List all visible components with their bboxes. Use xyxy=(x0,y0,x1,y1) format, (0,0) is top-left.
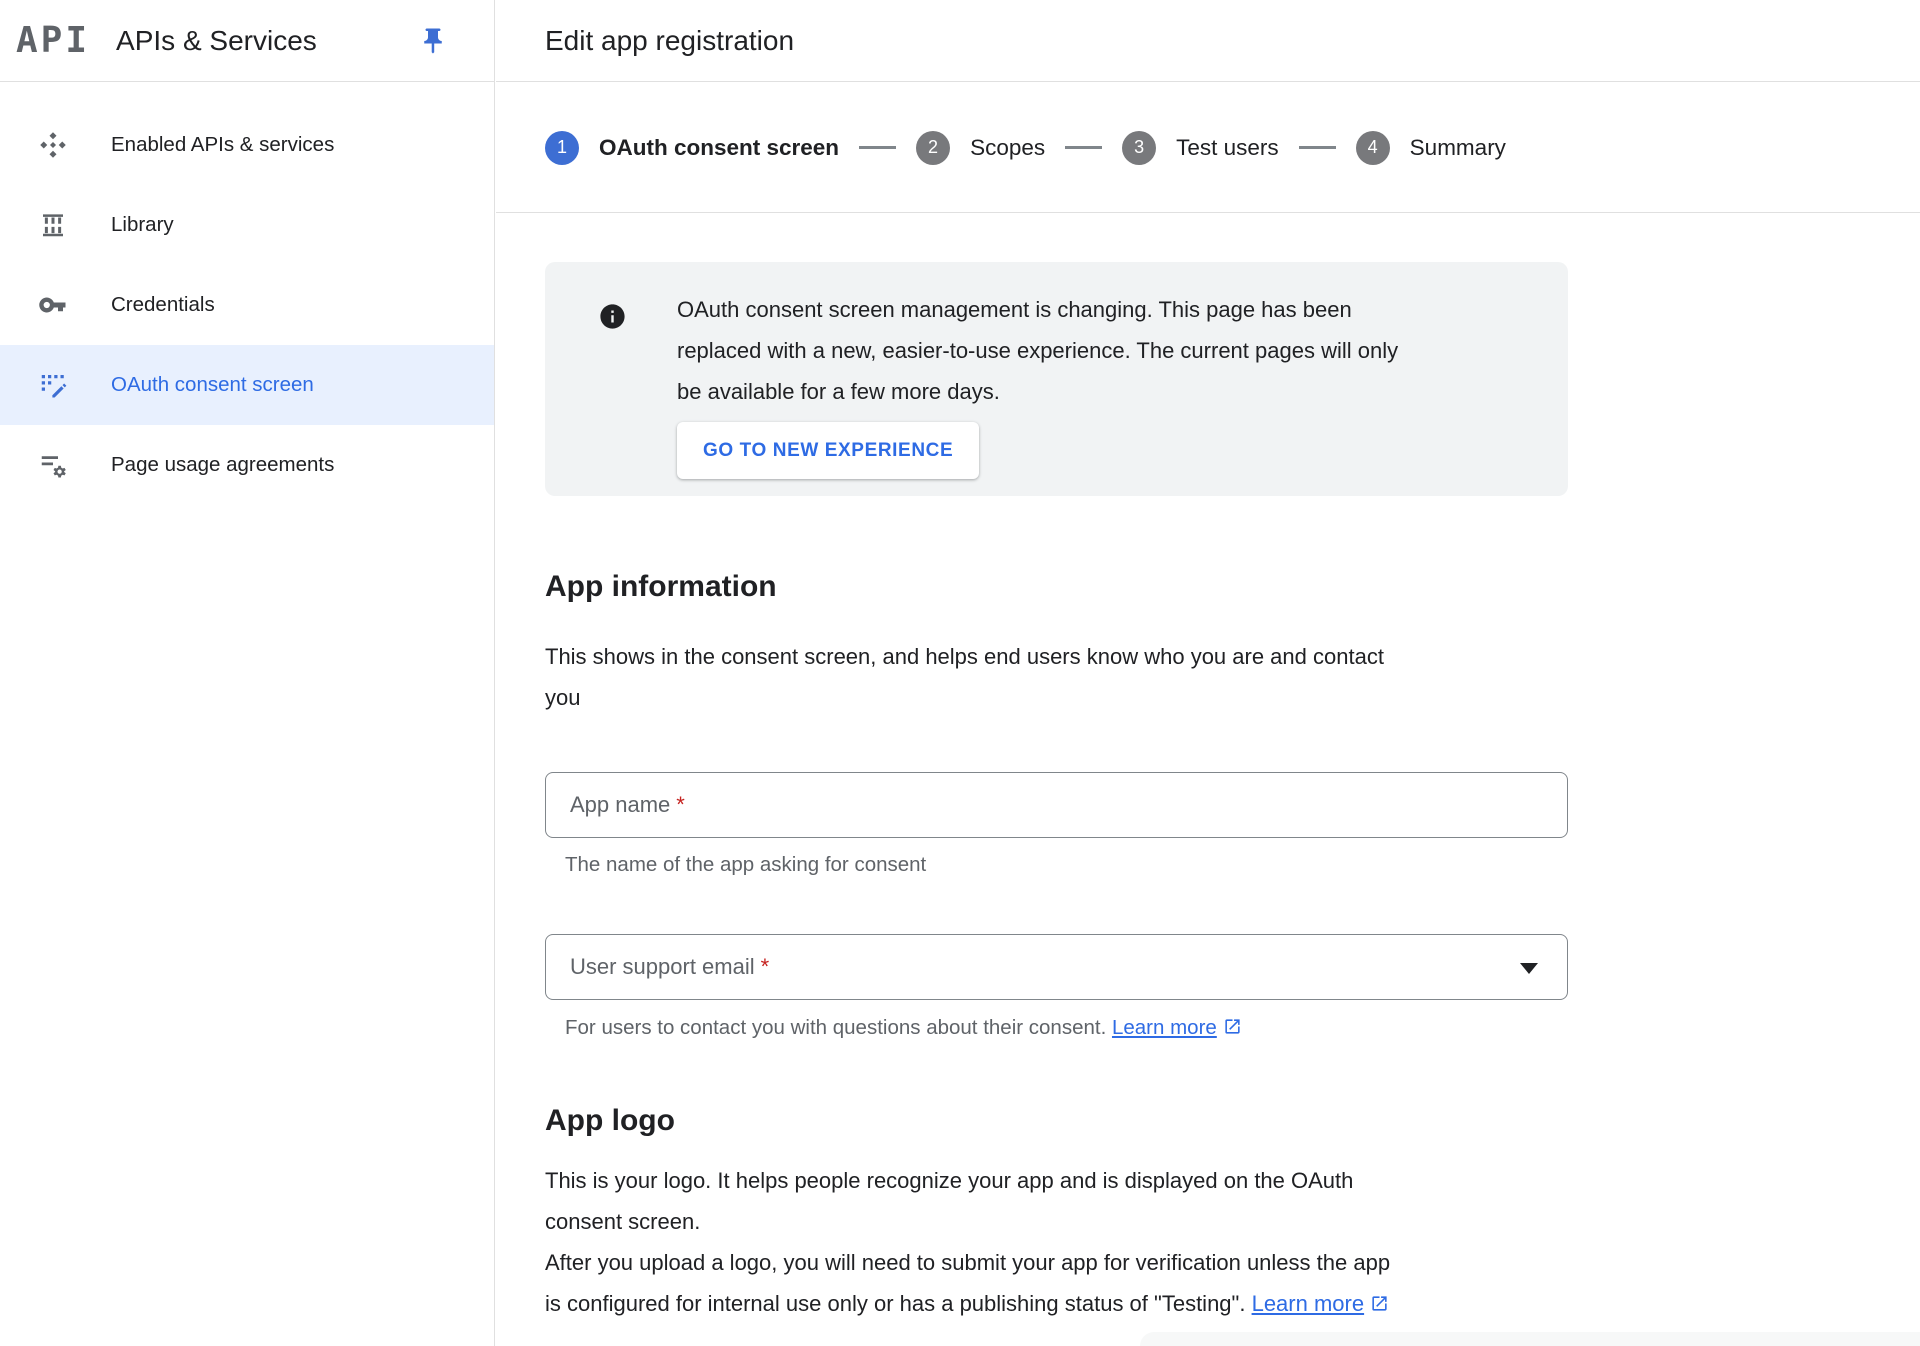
learn-more-link[interactable]: Learn more xyxy=(1112,1016,1217,1039)
step-number-badge: 4 xyxy=(1356,131,1390,165)
app-information-heading: App information xyxy=(545,570,777,604)
external-link-icon xyxy=(1223,1017,1242,1036)
step-test-users[interactable]: 3 Test users xyxy=(1122,131,1279,165)
step-summary[interactable]: 4 Summary xyxy=(1356,131,1506,165)
step-label: Scopes xyxy=(970,135,1045,161)
app-logo-heading: App logo xyxy=(545,1104,675,1138)
step-scopes[interactable]: 2 Scopes xyxy=(916,131,1045,165)
stepper: 1 OAuth consent screen 2 Scopes 3 Test u… xyxy=(496,83,1920,213)
api-logo: API xyxy=(16,20,90,61)
app-name-input[interactable]: App name * xyxy=(545,772,1568,838)
step-oauth-consent-screen[interactable]: 1 OAuth consent screen xyxy=(545,131,839,165)
info-banner: OAuth consent screen management is chang… xyxy=(545,262,1568,496)
app-name-helper: The name of the app asking for consent xyxy=(565,853,1565,877)
chevron-down-icon[interactable] xyxy=(1520,963,1538,974)
sidebar-item-page-usage-agreements[interactable]: Page usage agreements xyxy=(0,425,494,505)
step-number-badge: 2 xyxy=(916,131,950,165)
step-label: OAuth consent screen xyxy=(599,135,839,161)
stepper-connector xyxy=(1299,146,1336,149)
enabled-apis-icon xyxy=(38,130,68,160)
user-support-email-helper: For users to contact you with questions … xyxy=(565,1016,1565,1040)
user-support-email-placeholder: User support email xyxy=(570,954,755,980)
user-support-email-helper-text: For users to contact you with questions … xyxy=(565,1016,1112,1039)
sidebar-item-label: Library xyxy=(111,213,174,237)
sidebar-item-label: OAuth consent screen xyxy=(111,373,314,397)
learn-more-link[interactable]: Learn more xyxy=(1252,1291,1365,1316)
app-name-placeholder: App name xyxy=(570,792,670,818)
stepper-connector xyxy=(859,146,896,149)
step-number-badge: 1 xyxy=(545,131,579,165)
page-usage-icon xyxy=(38,450,68,480)
sidebar: API APIs & Services Enabled APIs & servi xyxy=(0,0,495,1346)
sidebar-item-label: Page usage agreements xyxy=(111,453,334,477)
required-marker: * xyxy=(761,954,770,980)
sidebar-item-label: Enabled APIs & services xyxy=(111,133,334,157)
page-title: Edit app registration xyxy=(545,25,794,57)
sidebar-header: API APIs & Services xyxy=(0,0,494,82)
page-header: Edit app registration xyxy=(496,0,1920,82)
pin-icon[interactable] xyxy=(418,26,448,56)
info-icon xyxy=(598,302,627,331)
step-label: Summary xyxy=(1410,135,1506,161)
library-icon xyxy=(38,210,68,240)
stepper-connector xyxy=(1065,146,1102,149)
banner-message: OAuth consent screen management is chang… xyxy=(677,289,1557,412)
user-support-email-select[interactable]: User support email * xyxy=(545,934,1568,1000)
sidebar-item-oauth-consent-screen[interactable]: OAuth consent screen xyxy=(0,345,494,425)
go-to-new-experience-button[interactable]: GO TO NEW EXPERIENCE xyxy=(677,422,979,479)
sidebar-item-credentials[interactable]: Credentials xyxy=(0,265,494,345)
app-logo-description: This is your logo. It helps people recog… xyxy=(545,1160,1605,1324)
step-label: Test users xyxy=(1176,135,1279,161)
sidebar-item-enabled-apis[interactable]: Enabled APIs & services xyxy=(0,105,494,185)
sidebar-item-label: Credentials xyxy=(111,293,215,317)
app-information-description: This shows in the consent screen, and he… xyxy=(545,636,1605,718)
oauth-consent-icon xyxy=(38,370,68,400)
key-icon xyxy=(38,290,68,320)
sidebar-title: APIs & Services xyxy=(116,25,418,57)
external-link-icon xyxy=(1370,1285,1389,1304)
sidebar-nav: Enabled APIs & services Library xyxy=(0,105,494,505)
step-number-badge: 3 xyxy=(1122,131,1156,165)
bottom-sheet-edge xyxy=(1140,1332,1920,1346)
required-marker: * xyxy=(676,792,685,818)
sidebar-item-library[interactable]: Library xyxy=(0,185,494,265)
app-root: API APIs & Services Enabled APIs & servi xyxy=(0,0,1920,1346)
